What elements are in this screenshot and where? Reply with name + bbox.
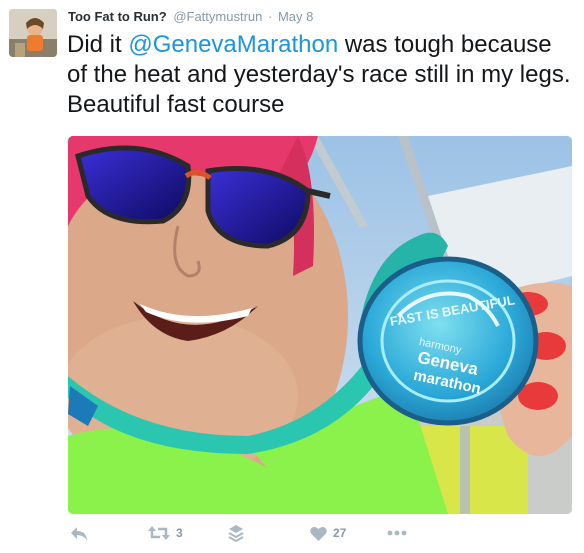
heart-icon: [310, 526, 327, 541]
tweet-text-start: Did it: [67, 31, 129, 58]
moments-button[interactable]: [228, 522, 244, 544]
user-handle[interactable]: @Fattymustrun: [173, 9, 262, 24]
reply-button[interactable]: [70, 522, 88, 544]
mention-link[interactable]: @GenevaMarathon: [128, 31, 338, 58]
tweet-text: Did it @GenevaMarathon was tough because…: [67, 30, 572, 120]
avatar-image: [9, 9, 57, 57]
retweet-button[interactable]: 3: [148, 522, 183, 544]
display-name[interactable]: Too Fat to Run?: [68, 9, 167, 24]
avatar[interactable]: [9, 9, 57, 57]
tweet-actions: 3 27: [68, 522, 572, 544]
more-button[interactable]: [387, 522, 407, 544]
like-count: 27: [333, 526, 347, 540]
reply-icon: [71, 527, 87, 540]
retweet-count: 3: [176, 526, 183, 540]
selfie-with-medal-image: FAST IS BEAUTIFUL harmony Geneva maratho…: [68, 136, 572, 514]
like-button[interactable]: 27: [310, 522, 346, 544]
tweet-photo[interactable]: FAST IS BEAUTIFUL harmony Geneva maratho…: [68, 136, 572, 514]
separator: ·: [268, 9, 273, 24]
layers-icon: [228, 525, 244, 542]
retweet-icon: [148, 526, 170, 540]
timestamp[interactable]: May 8: [278, 9, 313, 24]
tweet-card: Too Fat to Run? @Fattymustrun · May 8 Di…: [0, 0, 584, 553]
more-options-icon: [387, 530, 407, 536]
tweet-header: Too Fat to Run? @Fattymustrun · May 8: [68, 8, 313, 26]
